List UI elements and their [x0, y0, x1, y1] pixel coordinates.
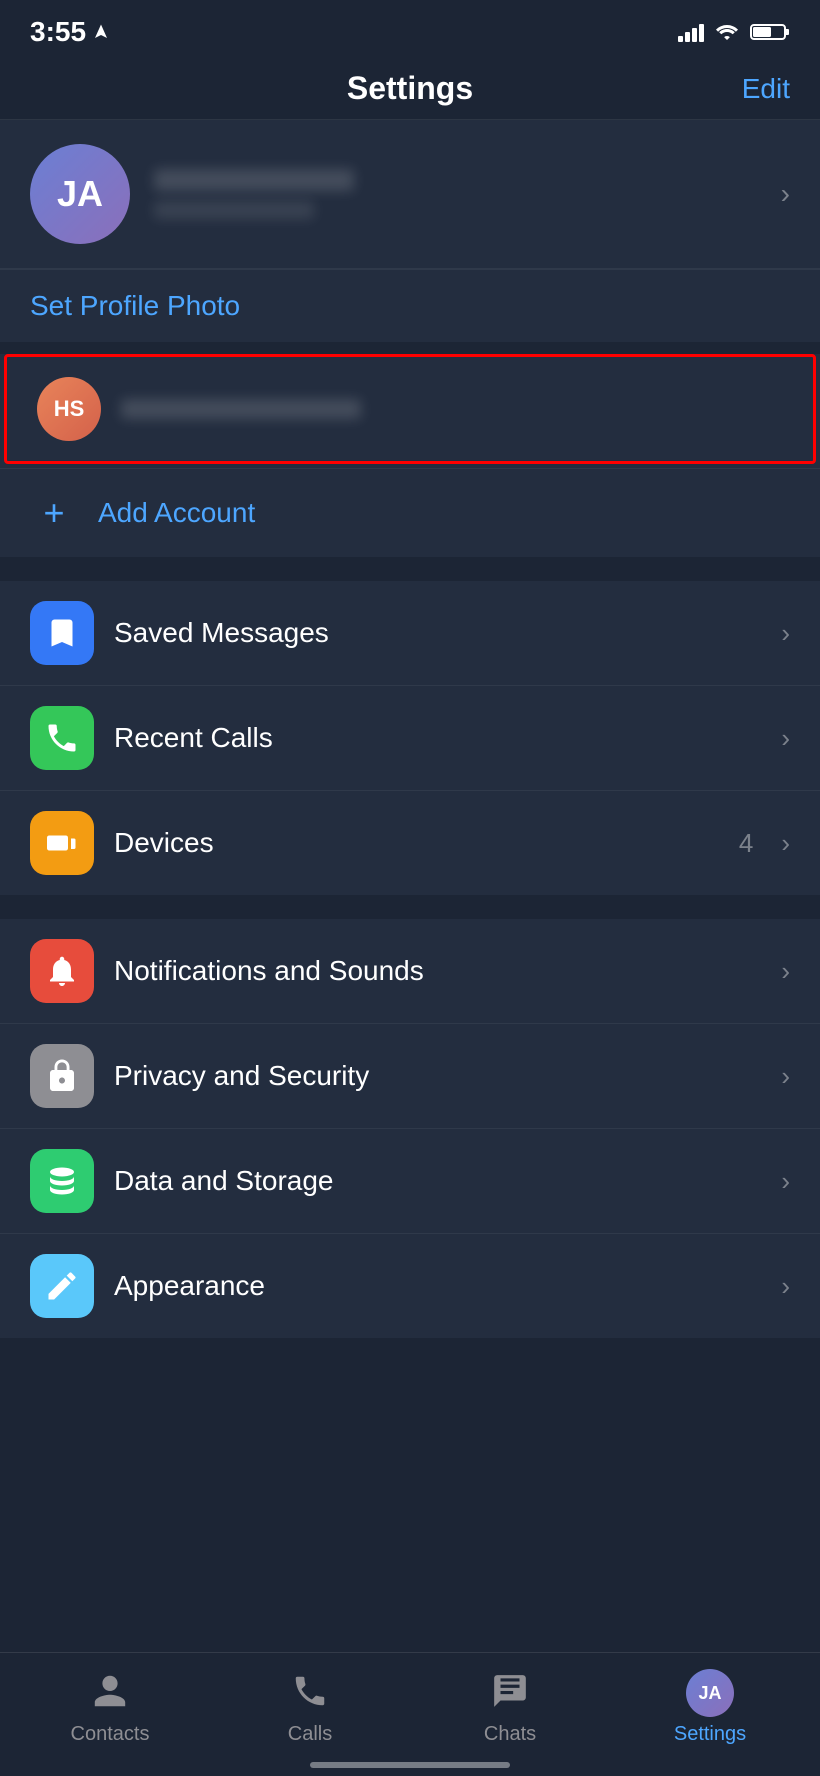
profile-name-blurred	[154, 169, 354, 191]
saved-messages-icon	[30, 601, 94, 665]
section-spacer-1	[0, 565, 820, 581]
edit-button[interactable]: Edit	[742, 73, 790, 105]
notifications-label: Notifications and Sounds	[114, 955, 761, 987]
tab-chats[interactable]: Chats	[410, 1665, 610, 1746]
tab-spacer	[0, 1346, 820, 1486]
notifications-chevron: ›	[781, 956, 790, 987]
contacts-tab-label: Contacts	[71, 1723, 150, 1746]
data-storage-chevron: ›	[781, 1166, 790, 1197]
accounts-section: HS + Add Account	[0, 354, 820, 565]
add-account-label[interactable]: Add Account	[98, 497, 255, 529]
set-profile-photo-row[interactable]: Set Profile Photo	[0, 269, 820, 350]
saved-messages-chevron: ›	[781, 618, 790, 649]
calls-tab-icon	[284, 1665, 336, 1717]
appearance-label: Appearance	[114, 1270, 761, 1302]
menu-section-1: Saved Messages › Recent Calls › Devices …	[0, 581, 820, 895]
second-account-name-blurred	[121, 399, 361, 419]
status-time: 3:55	[30, 16, 110, 48]
second-account-avatar: HS	[37, 377, 101, 441]
data-storage-label: Data and Storage	[114, 1165, 761, 1197]
profile-phone-blurred	[154, 201, 314, 219]
menu-item-devices[interactable]: Devices 4 ›	[0, 791, 820, 895]
second-account-row[interactable]: HS	[4, 354, 816, 464]
section-spacer-2	[0, 903, 820, 919]
second-account-initials: HS	[54, 396, 85, 422]
recent-calls-chevron: ›	[781, 723, 790, 754]
saved-messages-label: Saved Messages	[114, 617, 761, 649]
set-profile-photo-label[interactable]: Set Profile Photo	[30, 290, 240, 321]
devices-badge: 4	[739, 828, 753, 859]
devices-icon	[30, 811, 94, 875]
avatar-initials: JA	[57, 173, 103, 215]
settings-tab-avatar: JA	[686, 1669, 734, 1717]
page-title: Settings	[347, 70, 473, 107]
time-display: 3:55	[30, 16, 86, 48]
menu-item-recent-calls[interactable]: Recent Calls ›	[0, 686, 820, 791]
menu-item-privacy[interactable]: Privacy and Security ›	[0, 1024, 820, 1129]
add-icon: +	[30, 489, 78, 537]
privacy-label: Privacy and Security	[114, 1060, 761, 1092]
devices-label: Devices	[114, 827, 719, 859]
privacy-icon	[30, 1044, 94, 1108]
menu-section-2: Notifications and Sounds › Privacy and S…	[0, 919, 820, 1338]
menu-item-saved-messages[interactable]: Saved Messages ›	[0, 581, 820, 686]
tab-bar: Contacts Calls Chats JA Settings	[0, 1652, 820, 1776]
profile-section[interactable]: JA ›	[0, 120, 820, 269]
data-storage-icon	[30, 1149, 94, 1213]
menu-item-notifications[interactable]: Notifications and Sounds ›	[0, 919, 820, 1024]
avatar: JA	[30, 144, 130, 244]
menu-item-data-storage[interactable]: Data and Storage ›	[0, 1129, 820, 1234]
settings-tab-label: Settings	[674, 1723, 746, 1746]
chats-tab-icon	[484, 1665, 536, 1717]
calls-tab-label: Calls	[288, 1723, 332, 1746]
menu-item-appearance[interactable]: Appearance ›	[0, 1234, 820, 1338]
privacy-chevron: ›	[781, 1061, 790, 1092]
appearance-chevron: ›	[781, 1271, 790, 1302]
home-indicator	[310, 1762, 510, 1768]
chats-tab-label: Chats	[484, 1723, 536, 1746]
signal-icon	[678, 22, 704, 42]
navigation-bar: Settings Edit	[0, 58, 820, 120]
status-icons	[678, 22, 790, 42]
location-arrow-icon	[92, 23, 110, 41]
recent-calls-label: Recent Calls	[114, 722, 761, 754]
contacts-tab-icon	[84, 1665, 136, 1717]
profile-info	[154, 169, 757, 219]
notifications-icon	[30, 939, 94, 1003]
add-account-row[interactable]: + Add Account	[0, 468, 820, 557]
devices-chevron: ›	[781, 828, 790, 859]
wifi-icon	[714, 22, 740, 42]
status-bar: 3:55	[0, 0, 820, 58]
appearance-icon	[30, 1254, 94, 1318]
profile-chevron-icon: ›	[781, 178, 790, 210]
tab-contacts[interactable]: Contacts	[10, 1665, 210, 1746]
tab-calls[interactable]: Calls	[210, 1665, 410, 1746]
recent-calls-icon	[30, 706, 94, 770]
tab-settings[interactable]: JA Settings	[610, 1669, 810, 1746]
battery-icon	[750, 22, 790, 42]
